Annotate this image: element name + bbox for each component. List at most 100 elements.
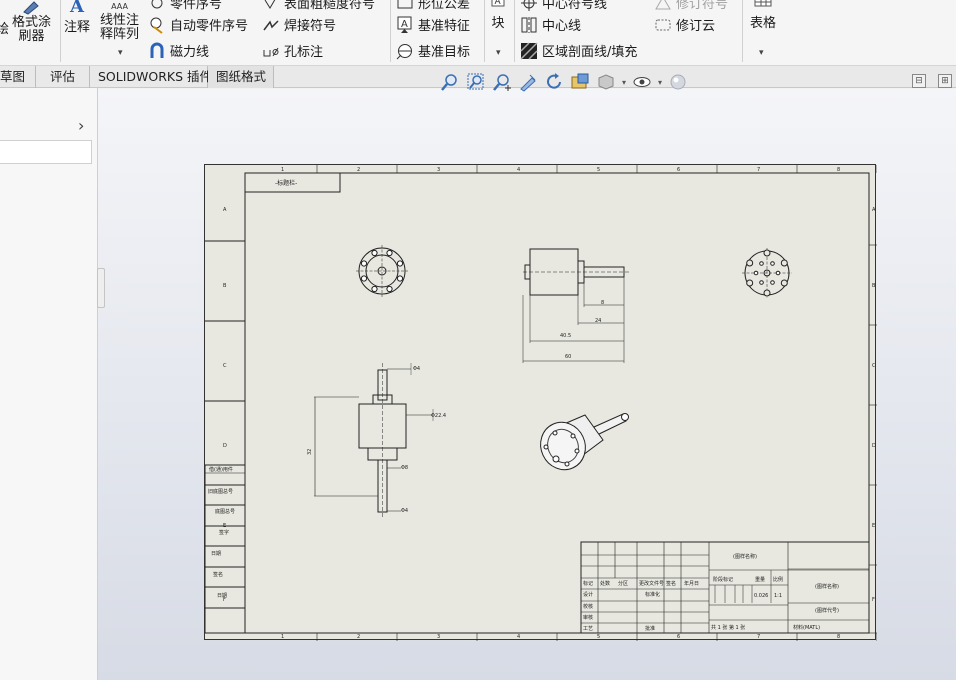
magnetic-line-button[interactable]: 磁力线 xyxy=(148,41,209,60)
end-view-hole xyxy=(396,275,404,282)
strip-label-1: 旧底图总号 xyxy=(208,488,233,495)
title-material: 材料(MATL) xyxy=(793,624,820,631)
front-dim-d3: 32 xyxy=(307,449,313,455)
revision-cloud-icon xyxy=(654,16,672,34)
restore-panel-icon[interactable]: ⊟ xyxy=(912,74,926,88)
side-dim-d4: 8 xyxy=(601,300,604,306)
table-dropdown-icon[interactable]: ▾ xyxy=(759,48,764,58)
format-painter-label[interactable]: 格式涂 刷器 xyxy=(12,16,51,44)
centerline-label: 中心线 xyxy=(542,19,582,34)
tab-sketch[interactable]: 草图 xyxy=(0,66,36,88)
panel-resize-handle[interactable] xyxy=(97,268,105,308)
rotate-icon[interactable] xyxy=(544,72,564,92)
center-mark-icon xyxy=(520,0,538,12)
balloon-button[interactable]: 零件序号 xyxy=(148,0,222,12)
bottom-zone-number: 8 xyxy=(837,634,840,640)
end-view-hole xyxy=(371,285,378,293)
datum-feature-label: 基准特征 xyxy=(418,19,471,34)
magnetic-line-label: 磁力线 xyxy=(170,45,210,60)
appearance-icon[interactable] xyxy=(668,72,688,92)
bottom-zone-ticks: 1 2 3 4 5 6 7 8 xyxy=(281,633,877,641)
centerline-button[interactable]: 中心线 xyxy=(520,15,581,34)
note-button[interactable]: A 注释 xyxy=(64,0,90,35)
surface-finish-button[interactable]: 表面粗糙度符号 xyxy=(262,0,375,12)
bottom-zone-number: 3 xyxy=(437,634,440,640)
display-style-icon[interactable] xyxy=(596,72,616,92)
geometric-tolerance-button[interactable]: 形位公差 xyxy=(396,0,470,12)
linear-pattern-icon: AAA xyxy=(111,2,128,11)
tab-sheet-format[interactable]: 图纸格式 xyxy=(208,66,274,88)
side-dim-d1: 60 xyxy=(565,354,571,360)
tab-evaluate[interactable]: 评估 xyxy=(36,66,90,88)
front-dim-d5: Φ4 xyxy=(401,508,408,514)
note-label: 注释 xyxy=(64,20,91,35)
auto-balloon-button[interactable]: 自动零件序号 xyxy=(148,15,248,34)
tab-solidworks-addins[interactable]: SOLIDWORKS 插件 xyxy=(90,66,212,88)
tab-sketch-label: 草图 xyxy=(0,69,26,84)
linear-pattern-dropdown-icon[interactable]: ▾ xyxy=(118,48,123,58)
display-style-dropdown-icon[interactable]: ▾ xyxy=(622,78,626,87)
center-mark-button[interactable]: 中心符号线 xyxy=(520,0,607,12)
table-button[interactable]: 表格 xyxy=(750,0,776,31)
end-view-notch xyxy=(763,289,771,297)
weld-symbol-button[interactable]: 焊接符号 xyxy=(262,15,336,34)
left-zone-letter: D xyxy=(223,443,227,449)
maximize-panel-icon[interactable]: ⊞ xyxy=(938,74,952,88)
select-icon[interactable] xyxy=(518,72,538,92)
title-stage-label: 阶段标记 xyxy=(713,576,733,583)
block-label: 块 xyxy=(491,16,505,31)
hole-callout-icon xyxy=(262,42,280,60)
cut-label: 绘 xyxy=(0,18,9,37)
tab-evaluate-label: 评估 xyxy=(49,69,75,84)
end-view-hole xyxy=(770,261,775,266)
right-zone-letter: F xyxy=(872,597,875,603)
title-weight-value: 0.026 xyxy=(754,593,768,599)
revision-symbol-button[interactable]: 修订符号 xyxy=(654,0,728,12)
revision-symbol-icon xyxy=(654,0,672,12)
drawing-sheet[interactable]: 1 2 3 4 5 6 7 8 1 2 3 4 5 6 7 8 A B C D E F A B C D E F -标题栏- 借(… xyxy=(204,164,877,641)
bottom-zone-number: 1 xyxy=(281,634,284,640)
hide-show-dropdown-icon[interactable]: ▾ xyxy=(658,78,662,87)
hole-callout-button[interactable]: 孔标注 xyxy=(262,41,323,60)
title-drawing-name-label: (图样名称) xyxy=(733,553,757,560)
filter-input[interactable] xyxy=(0,140,92,164)
revision-cloud-label: 修订云 xyxy=(676,19,716,34)
block-icon: A xyxy=(490,0,506,12)
right-zone-letter: E xyxy=(872,523,875,529)
strip-label-6: 日期 xyxy=(217,593,227,599)
title-weight-label: 重量 xyxy=(755,576,765,583)
front-view xyxy=(314,363,434,517)
end-view-hole xyxy=(775,270,781,276)
datum-feature-button[interactable]: A 基准特征 xyxy=(396,15,470,34)
zoom-to-fit-icon[interactable] xyxy=(440,72,460,92)
chevron-right-icon[interactable]: › xyxy=(78,116,84,135)
title-row-1: 处数 xyxy=(600,580,610,587)
centerline-icon xyxy=(520,16,538,34)
end-view-hole xyxy=(386,285,393,293)
title-scale-label: 比例 xyxy=(773,576,783,583)
zoom-in-out-icon[interactable] xyxy=(492,72,512,92)
end-view-notch xyxy=(746,259,754,267)
area-hatch-button[interactable]: 区域剖面线/填充 xyxy=(520,41,637,60)
tab-addins-label: SOLIDWORKS 插件 xyxy=(98,69,213,84)
title-row-0: 标记 xyxy=(583,580,593,587)
format-painter-label-1: 格式涂 xyxy=(12,15,52,30)
block-button[interactable]: A 块 xyxy=(490,0,506,31)
datum-target-button[interactable]: 基准目标 xyxy=(396,41,470,60)
section-view-icon[interactable] xyxy=(570,72,590,92)
surface-finish-label: 表面粗糙度符号 xyxy=(284,0,376,12)
linear-note-pattern-button[interactable]: AAA 线性注 释阵列 xyxy=(100,0,139,42)
strip-label-5: 签名 xyxy=(213,571,223,578)
title-drawing-code: (图样代号) xyxy=(815,607,839,614)
zoom-to-area-icon[interactable] xyxy=(466,72,486,92)
balloon-label: 零件序号 xyxy=(170,0,223,12)
revision-cloud-button[interactable]: 修订云 xyxy=(654,15,715,34)
surface-finish-icon xyxy=(262,0,280,12)
hide-show-icon[interactable] xyxy=(632,72,652,92)
drawing-sheet-svg: 1 2 3 4 5 6 7 8 1 2 3 4 5 6 7 8 A B C D E F A B C D E F -标题栏- 借(… xyxy=(205,165,877,641)
block-dropdown-icon[interactable]: ▾ xyxy=(496,48,501,58)
magnet-line-icon xyxy=(148,42,166,60)
title-role-0: 设计 xyxy=(583,591,593,598)
geometric-tolerance-icon xyxy=(396,0,414,12)
front-dim-d2: Φ22.4 xyxy=(431,413,446,419)
